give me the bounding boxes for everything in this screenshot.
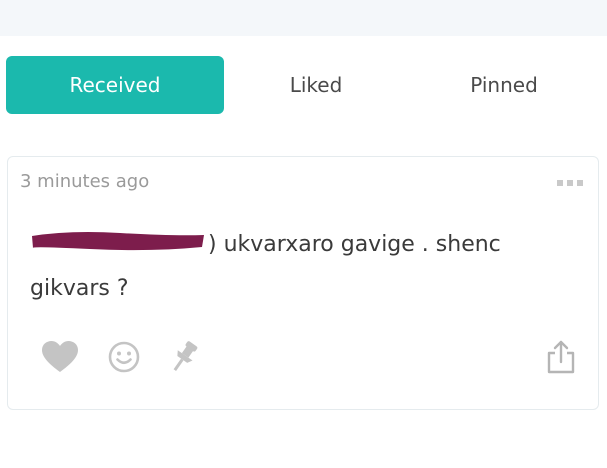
tab-received[interactable]: Received <box>6 56 224 114</box>
share-icon[interactable] <box>541 337 581 377</box>
heart-icon[interactable] <box>40 337 80 377</box>
redacted-name <box>30 225 206 251</box>
message-card: 3 minutes ago ) ukvarxaro gavige . shenc… <box>7 156 599 410</box>
timestamp: 3 minutes ago <box>20 171 150 192</box>
more-options-icon[interactable] <box>556 173 584 186</box>
smiley-icon[interactable] <box>104 337 144 377</box>
message-text: ) ukvarxaro gavige . shenc gikvars ? <box>30 223 550 311</box>
top-bar <box>0 0 607 36</box>
tab-bar: Received Liked Pinned <box>6 56 601 114</box>
tab-pinned[interactable]: Pinned <box>404 56 604 114</box>
pin-icon[interactable] <box>164 337 204 377</box>
card-actions <box>8 337 598 387</box>
tab-liked[interactable]: Liked <box>216 56 416 114</box>
